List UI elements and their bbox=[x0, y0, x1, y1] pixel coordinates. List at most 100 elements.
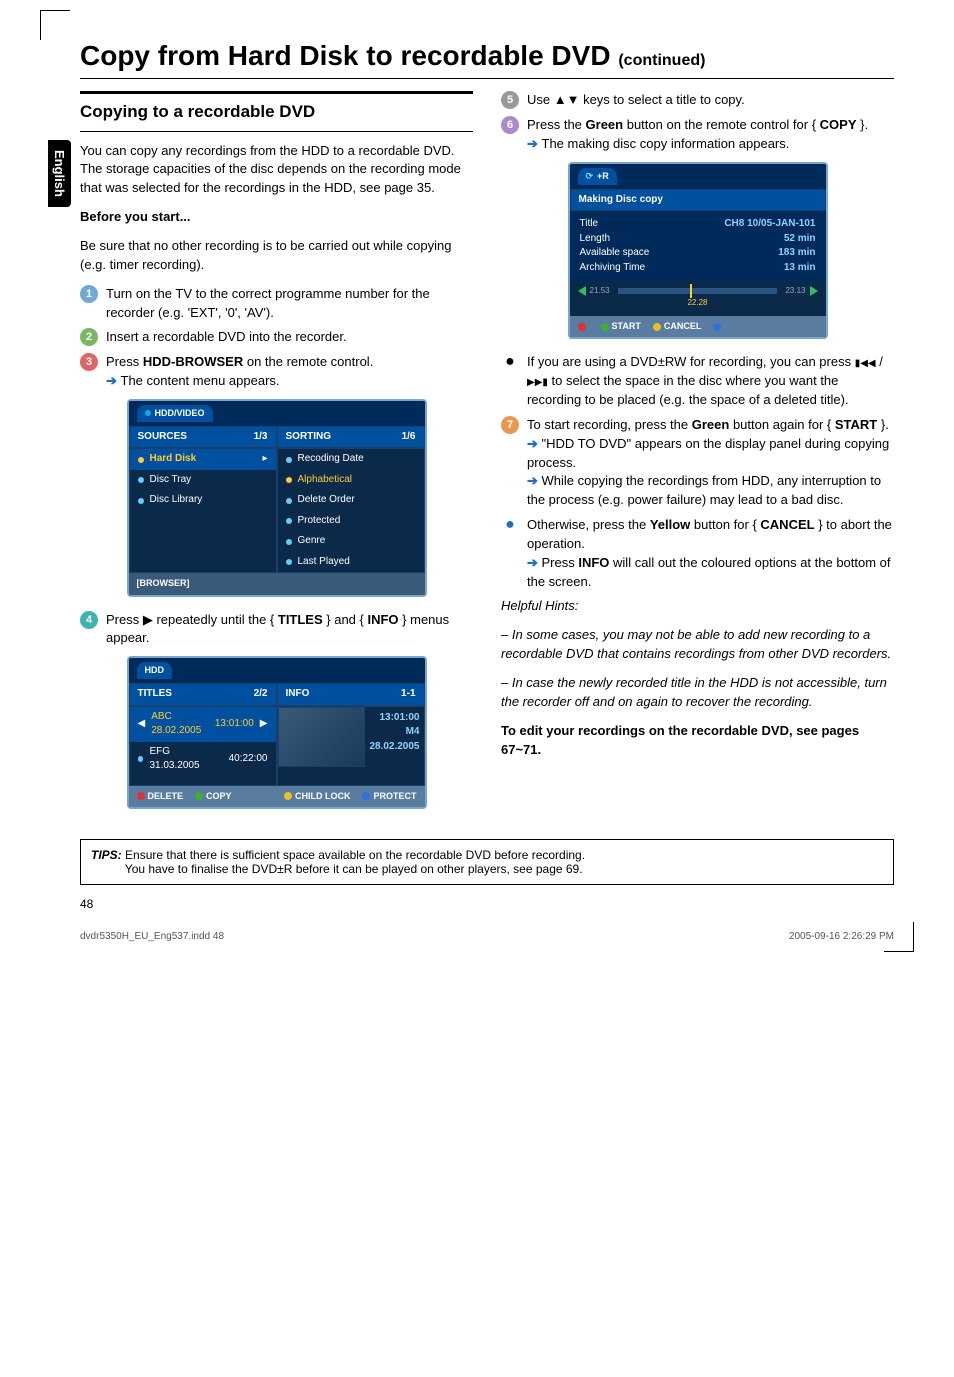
thumbnail-placeholder bbox=[278, 707, 366, 767]
step-4: 4 Press ▶ repeatedly until the { TITLES … bbox=[80, 611, 473, 649]
step-4-text: Press ▶ repeatedly until the { TITLES } … bbox=[106, 611, 473, 649]
osd1-sort-item: Alphabetical bbox=[278, 470, 424, 491]
page-title: Copy from Hard Disk to recordable DVD (c… bbox=[80, 40, 894, 79]
osd1-src-item: Disc Tray bbox=[130, 470, 276, 491]
bullet-icon: ● bbox=[501, 516, 519, 591]
osd2-info-pane: 13:01:00M428.02.2005 bbox=[277, 706, 425, 786]
timebar-right-icon bbox=[810, 286, 818, 296]
step-3-result: The content menu appears. bbox=[106, 372, 373, 391]
left-column: Copying to a recordable DVD You can copy… bbox=[80, 91, 473, 823]
crop-mark bbox=[884, 922, 914, 952]
step-badge-4: 4 bbox=[80, 611, 98, 629]
step-6-result: The making disc copy information appears… bbox=[527, 135, 868, 154]
hint-2: – In case the newly recorded title in th… bbox=[501, 675, 887, 709]
prev-key-icon bbox=[855, 354, 876, 369]
osd2-title-row: EFG 31.03.200540:22:00 bbox=[130, 742, 276, 777]
footer-timestamp: 2005-09-16 2:26:29 PM bbox=[789, 931, 894, 942]
step-2: 2 Insert a recordable DVD into the recor… bbox=[80, 328, 473, 347]
osd2-titles-head: TITLES2/2 bbox=[129, 683, 277, 706]
language-tab: English bbox=[48, 140, 71, 207]
button-ref-hdd-browser: HDD-BROWSER bbox=[143, 354, 243, 369]
step-1-text: Turn on the TV to the correct programme … bbox=[106, 285, 473, 323]
intro-text: You can copy any recordings from the HDD… bbox=[80, 142, 473, 199]
osd2-childlock: CHILD LOCK bbox=[284, 790, 351, 803]
osd3-timebar: 21.53 23.13 22.28 bbox=[570, 281, 826, 316]
step-7: 7 To start recording, press the Green bu… bbox=[501, 416, 894, 510]
tips-line-2: You have to finalise the DVD±R before it… bbox=[125, 862, 583, 876]
osd2-info-head: INFO1-1 bbox=[277, 683, 425, 706]
timebar-left-icon bbox=[578, 286, 586, 296]
osd2-copy: COPY bbox=[195, 790, 232, 803]
osd3-heading: Making Disc copy bbox=[570, 189, 826, 212]
bullet-cancel: ● Otherwise, press the Yellow button for… bbox=[501, 516, 894, 591]
step-7-result-2: While copying the recordings from HDD, a… bbox=[527, 472, 894, 510]
osd3-footer: START CANCEL bbox=[570, 316, 826, 337]
osd-making-disc-copy: ⟳+R Making Disc copy TitleCH8 10/05-JAN-… bbox=[568, 162, 828, 340]
step-badge-7: 7 bbox=[501, 416, 519, 434]
before-body: Be sure that no other recording is to be… bbox=[80, 237, 473, 275]
step-2-text: Insert a recordable DVD into the recorde… bbox=[106, 328, 347, 347]
bullet-cancel-text: Otherwise, press the Yellow button for {… bbox=[527, 516, 894, 591]
step-3: 3 Press HDD-BROWSER on the remote contro… bbox=[80, 353, 473, 391]
hint-1: – In some cases, you may not be able to … bbox=[501, 627, 891, 661]
step-7-text: To start recording, press the Green butt… bbox=[527, 416, 894, 510]
osd1-sort-item: Recoding Date bbox=[278, 449, 424, 470]
osd1-sources-list: Hard Disk▸ Disc Tray Disc Library bbox=[129, 448, 277, 573]
bullet-cancel-result: Press INFO will call out the coloured op… bbox=[527, 554, 894, 592]
osd1-sorting-head: SORTING1/6 bbox=[277, 426, 425, 449]
step-1: 1 Turn on the TV to the correct programm… bbox=[80, 285, 473, 323]
edit-note: To edit your recordings on the recordabl… bbox=[501, 723, 859, 757]
osd3-fields: TitleCH8 10/05-JAN-101 Length52 min Avai… bbox=[570, 211, 826, 281]
step-badge-1: 1 bbox=[80, 285, 98, 303]
section-heading: Copying to a recordable DVD bbox=[80, 91, 473, 132]
bullet-dvdrw-text: If you are using a DVD±RW for recording,… bbox=[527, 353, 894, 410]
page-number: 48 bbox=[80, 897, 894, 911]
osd2-tab: HDD bbox=[137, 662, 173, 679]
tips-line-1: Ensure that there is sufficient space av… bbox=[125, 848, 585, 862]
step-6: 6 Press the Green button on the remote c… bbox=[501, 116, 894, 154]
footer-file: dvdr5350H_EU_Eng537.indd 48 bbox=[80, 931, 224, 942]
print-footer: dvdr5350H_EU_Eng537.indd 48 2005-09-16 2… bbox=[80, 931, 894, 942]
bullet-dvdrw: ● If you are using a DVD±RW for recordin… bbox=[501, 353, 894, 410]
osd1-sort-item: Protected bbox=[278, 511, 424, 532]
osd-titles-info: HDD TITLES2/2 INFO1-1 ◀ABC 28.02.200513:… bbox=[127, 656, 427, 809]
crop-mark bbox=[40, 10, 70, 40]
title-continued: (continued) bbox=[618, 52, 705, 69]
step-badge-5: 5 bbox=[501, 91, 519, 109]
step-badge-2: 2 bbox=[80, 328, 98, 346]
osd3-tab: ⟳+R bbox=[578, 168, 617, 185]
osd2-titles-list: ◀ABC 28.02.200513:01:00▶ EFG 31.03.20054… bbox=[129, 706, 277, 786]
right-column: 5 Use ▲▼ keys to select a title to copy.… bbox=[501, 91, 894, 823]
title-main: Copy from Hard Disk to recordable DVD bbox=[80, 40, 618, 71]
next-key-icon bbox=[527, 373, 548, 388]
step-5-text: Use ▲▼ keys to select a title to copy. bbox=[527, 91, 745, 110]
osd1-sources-head: SOURCES1/3 bbox=[129, 426, 277, 449]
step-6-text: Press the Green button on the remote con… bbox=[527, 116, 868, 154]
osd1-footer: [BROWSER] bbox=[129, 573, 425, 594]
osd-sources-sorting: HDD/VIDEO SOURCES1/3 SORTING1/6 Hard Dis… bbox=[127, 399, 427, 597]
osd1-sort-item: Last Played bbox=[278, 552, 424, 573]
osd3-start: START bbox=[601, 320, 641, 333]
osd2-footer: DELETE COPY CHILD LOCK PROTECT bbox=[129, 786, 425, 807]
bullet-icon: ● bbox=[501, 353, 519, 410]
osd2-info-meta: 13:01:00M428.02.2005 bbox=[365, 707, 423, 785]
step-5: 5 Use ▲▼ keys to select a title to copy. bbox=[501, 91, 894, 110]
osd1-src-item: Hard Disk▸ bbox=[130, 449, 276, 470]
step-3-text: Press HDD-BROWSER on the remote control.… bbox=[106, 353, 373, 391]
step-badge-3: 3 bbox=[80, 353, 98, 371]
before-heading: Before you start... bbox=[80, 208, 473, 227]
tips-box: TIPS: Ensure that there is sufficient sp… bbox=[80, 839, 894, 885]
step-badge-6: 6 bbox=[501, 116, 519, 134]
tips-label: TIPS: bbox=[91, 848, 122, 862]
hints-heading: Helpful Hints: bbox=[501, 598, 578, 613]
osd3-cancel: CANCEL bbox=[653, 320, 702, 333]
osd2-protect: PROTECT bbox=[362, 790, 416, 803]
osd2-title-row: ◀ABC 28.02.200513:01:00▶ bbox=[130, 707, 276, 742]
step-7-result-1: "HDD TO DVD" appears on the display pane… bbox=[527, 435, 894, 473]
osd1-sort-item: Delete Order bbox=[278, 490, 424, 511]
osd2-delete: DELETE bbox=[137, 790, 184, 803]
osd1-tab: HDD/VIDEO bbox=[137, 405, 213, 422]
osd1-src-item: Disc Library bbox=[130, 490, 276, 511]
osd1-sorting-list: Recoding Date Alphabetical Delete Order … bbox=[277, 448, 425, 573]
osd1-sort-item: Genre bbox=[278, 531, 424, 552]
